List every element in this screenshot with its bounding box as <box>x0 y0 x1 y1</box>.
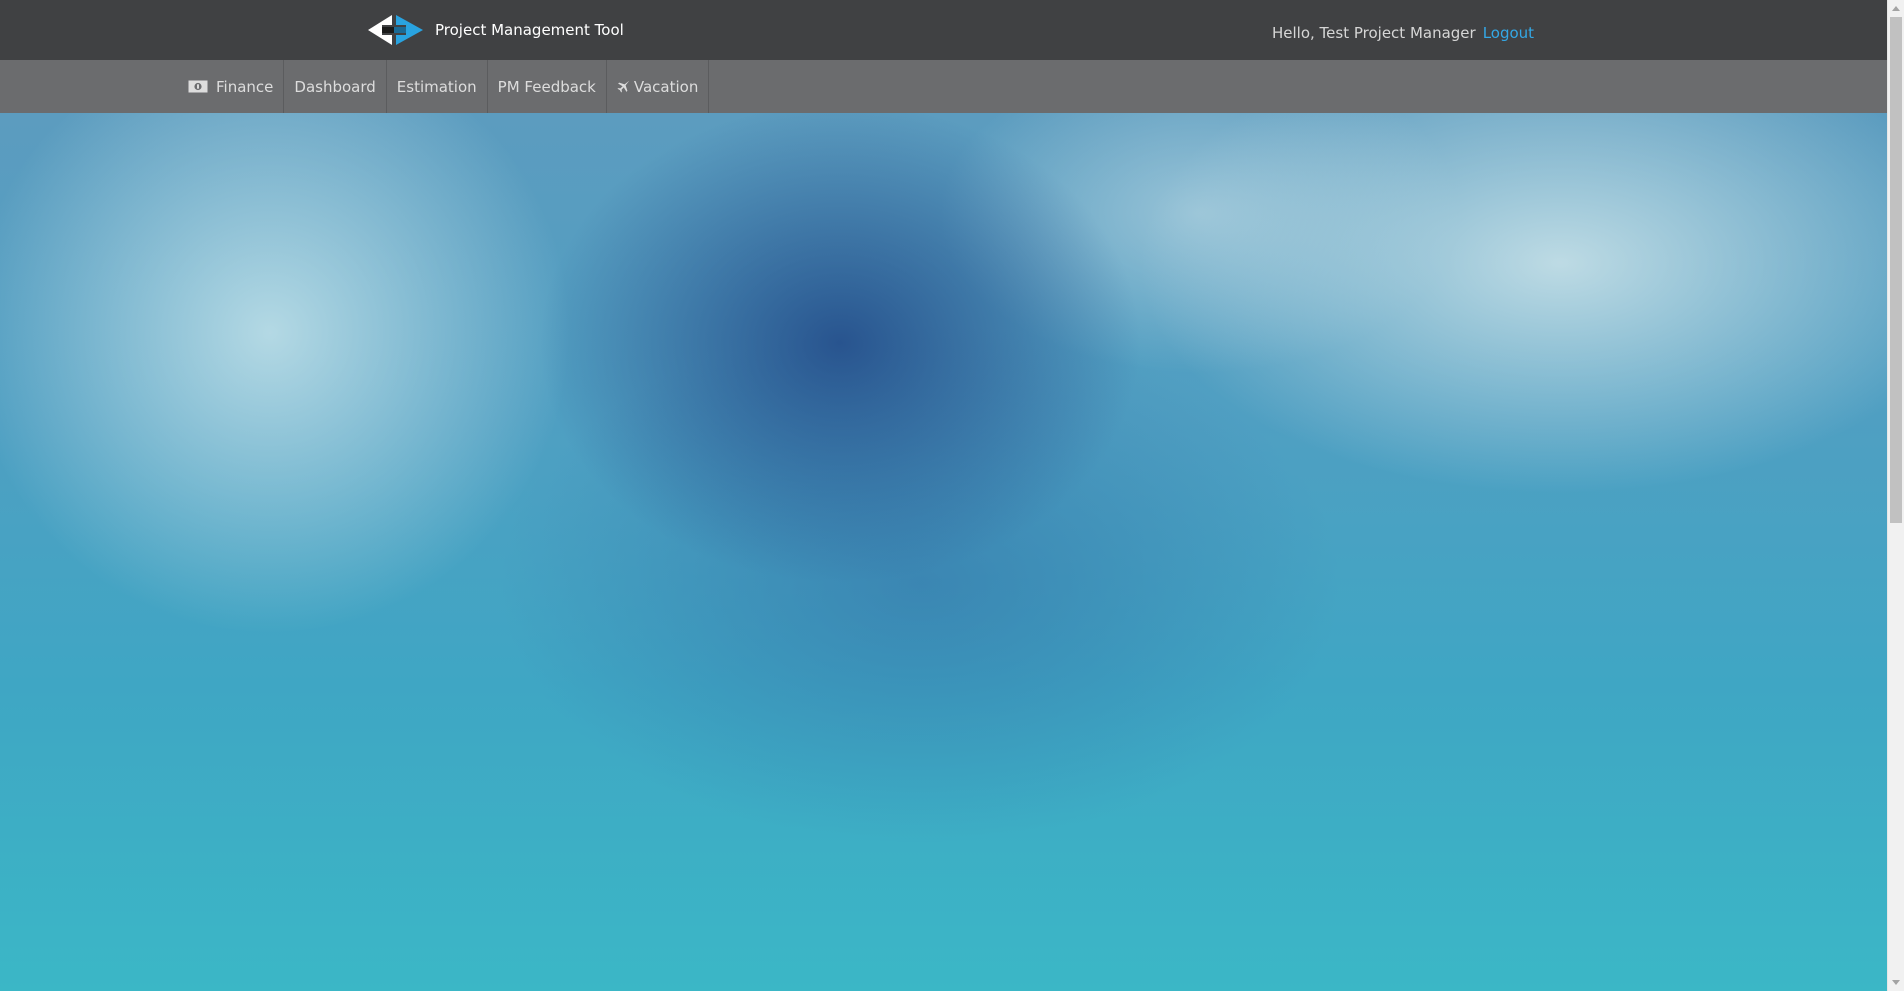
nav-item-vacation[interactable]: Vacation <box>607 60 710 113</box>
brand[interactable]: Project Management Tool <box>368 14 624 46</box>
nav-item-label: PM Feedback <box>497 77 596 96</box>
money-icon <box>188 80 208 93</box>
nav-menu: Finance Dashboard Estimation PM Feedback… <box>178 60 710 113</box>
nav-item-label: Dashboard <box>294 77 376 96</box>
scrollbar-thumb[interactable] <box>1890 17 1902 523</box>
plane-icon <box>617 80 630 93</box>
scroll-up-arrow-icon[interactable] <box>1892 6 1900 11</box>
user-greeting: Hello, Test Project Manager <box>1272 23 1476 42</box>
app-title: Project Management Tool <box>435 21 624 39</box>
logout-link[interactable]: Logout <box>1483 24 1534 42</box>
nav-item-dashboard[interactable]: Dashboard <box>284 60 387 113</box>
scroll-down-arrow-icon[interactable] <box>1892 980 1900 985</box>
main-navbar: Finance Dashboard Estimation PM Feedback… <box>0 60 1887 113</box>
top-header: Project Management Tool Hello, Test Proj… <box>0 0 1887 60</box>
main-content-background <box>0 113 1887 991</box>
nav-item-label: Estimation <box>396 77 477 96</box>
user-area: Hello, Test Project Manager Logout <box>1272 20 1534 45</box>
nav-item-estimation[interactable]: Estimation <box>387 60 488 113</box>
vertical-scrollbar[interactable] <box>1887 0 1904 991</box>
double-arrow-logo-icon <box>368 15 423 45</box>
nav-item-label: Vacation <box>633 77 699 96</box>
nav-item-finance[interactable]: Finance <box>178 60 285 113</box>
nav-item-label: Finance <box>216 77 274 96</box>
nav-item-pm-feedback[interactable]: PM Feedback <box>488 60 607 113</box>
